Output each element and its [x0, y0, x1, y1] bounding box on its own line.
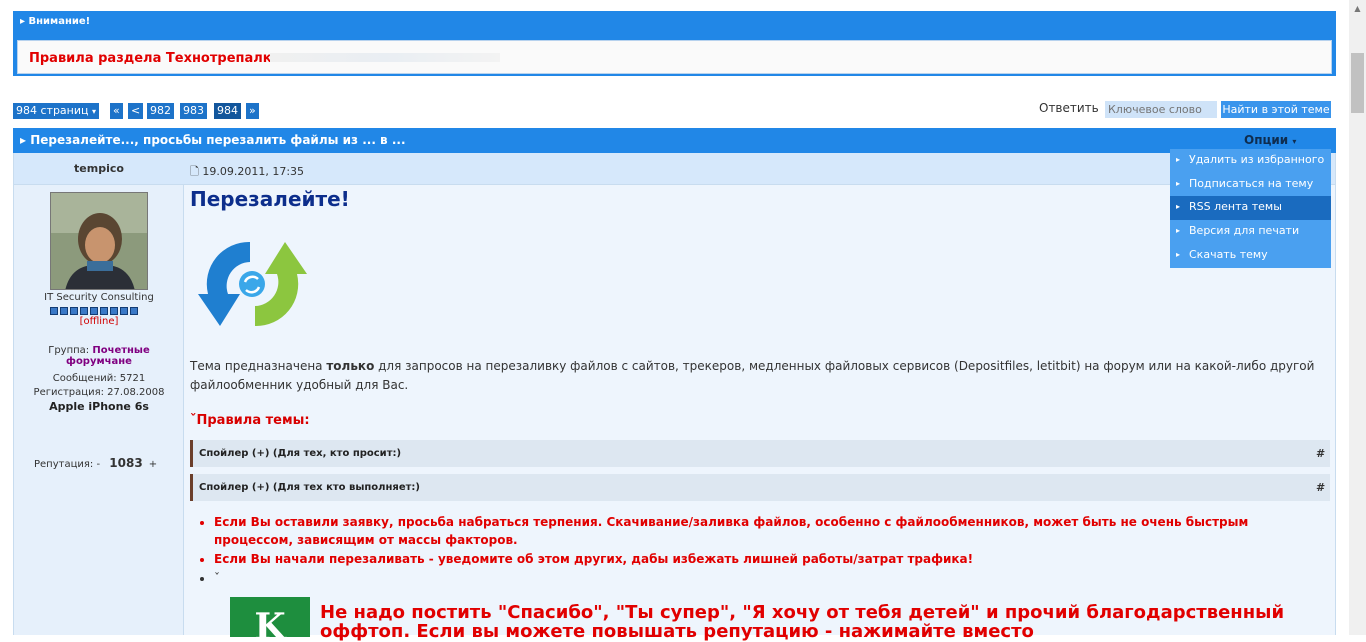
- post-heading: Перезалейте!: [190, 187, 350, 211]
- chevron-down-icon: ▾: [1292, 137, 1297, 146]
- notice-heading-text: Внимание!: [28, 16, 91, 27]
- reputation-minus-button[interactable]: -: [96, 459, 100, 470]
- options-label: Опции: [1244, 133, 1289, 147]
- author-device: Apple iPhone 6s: [49, 400, 149, 413]
- page-current-984[interactable]: 984: [214, 103, 241, 119]
- options-menu-button[interactable]: Опции ▾: [1244, 133, 1296, 147]
- keyword-search-input[interactable]: [1105, 101, 1217, 118]
- group-label: Группа:: [48, 345, 90, 356]
- menu-item-rss[interactable]: RSS лента темы: [1170, 196, 1331, 220]
- notice-text: Правила раздела Технотрепалка.: [29, 51, 286, 66]
- reputation-label: Репутация:: [34, 459, 94, 470]
- rules-heading: ˇПравила темы:: [190, 413, 310, 428]
- author-group: Группа: Почетные форумчане: [14, 345, 184, 367]
- document-icon: 🗋: [190, 165, 199, 178]
- options-dropdown: Удалить из избранного Подписаться на тем…: [1170, 149, 1331, 268]
- intro-text: Тема предназначена только для запросов н…: [190, 359, 1315, 392]
- menu-item-download[interactable]: Скачать тему: [1170, 244, 1331, 268]
- refresh-icon: [190, 234, 315, 334]
- k-badge: K: [230, 597, 310, 637]
- list-item: Если Вы оставили заявку, просьба набрать…: [214, 513, 1294, 549]
- spoiler-performers-label[interactable]: Спойлер (+) (Для тех кто выполняет:): [199, 482, 420, 493]
- pages-dropdown[interactable]: 984 страниц ▾: [13, 103, 100, 119]
- avatar: [50, 192, 148, 290]
- post-date-text: 19.09.2011, 17:35: [202, 165, 305, 178]
- no-thanks-notice: Не надо постить "Спасибо", "Ты супер", "…: [320, 602, 1285, 642]
- posts-value: 5721: [119, 373, 146, 384]
- thread-title: ▸ Перезалейте..., просьбы перезалить фай…: [20, 133, 406, 147]
- spoiler-requesters-label[interactable]: Спойлер (+) (Для тех, кто просит:): [199, 448, 401, 459]
- reply-link[interactable]: Ответить: [1039, 101, 1099, 115]
- author-posts: Сообщений: 5721: [14, 373, 184, 384]
- rules-list: Если Вы оставили заявку, просьба набрать…: [214, 513, 1294, 588]
- page-link-982[interactable]: 982: [147, 103, 174, 119]
- first-page-button[interactable]: «: [110, 103, 123, 119]
- prev-page-button[interactable]: <: [128, 103, 144, 119]
- pages-dropdown-label: 984 страниц: [16, 104, 89, 117]
- search-in-thread-button[interactable]: Найти в этой теме: [1221, 101, 1331, 118]
- author-registered: Регистрация: 27.08.2008: [14, 387, 184, 398]
- notice-faded-text: [270, 53, 500, 62]
- author-name[interactable]: tempico: [14, 162, 184, 175]
- menu-item-print[interactable]: Версия для печати: [1170, 220, 1331, 244]
- scrollbar-thumb[interactable]: [1351, 53, 1364, 113]
- list-item: Если Вы начали перезаливать - уведомите …: [214, 550, 1294, 568]
- scroll-up-arrow-icon[interactable]: ▲: [1349, 0, 1366, 17]
- online-status: [offline]: [79, 316, 119, 327]
- spoiler-anchor-link[interactable]: #: [1316, 481, 1325, 494]
- registered-value: 27.08.2008: [107, 387, 165, 398]
- registered-label: Регистрация:: [33, 387, 104, 398]
- chevron-down-icon: ▾: [92, 107, 97, 116]
- author-title: IT Security Consulting: [44, 292, 154, 303]
- reputation: Репутация: - 1083 +: [34, 456, 157, 470]
- spoiler-anchor-link[interactable]: #: [1316, 447, 1325, 460]
- notice-heading: ▸ Внимание!: [20, 16, 91, 27]
- next-page-button[interactable]: »: [246, 103, 259, 119]
- menu-item-remove-favorite[interactable]: Удалить из избранного: [1170, 149, 1331, 173]
- posts-label: Сообщений:: [52, 373, 117, 384]
- list-item: ˇ: [214, 569, 1294, 587]
- thread-title-text: Перезалейте..., просьбы перезалить файлы…: [30, 133, 406, 147]
- page-link-983[interactable]: 983: [180, 103, 207, 119]
- reputation-plus-button[interactable]: +: [149, 459, 157, 470]
- reputation-value: 1083: [109, 456, 143, 470]
- menu-item-subscribe[interactable]: Подписаться на тему: [1170, 173, 1331, 197]
- rank-pips: [50, 305, 150, 315]
- post-date: 🗋 19.09.2011, 17:35: [190, 163, 304, 182]
